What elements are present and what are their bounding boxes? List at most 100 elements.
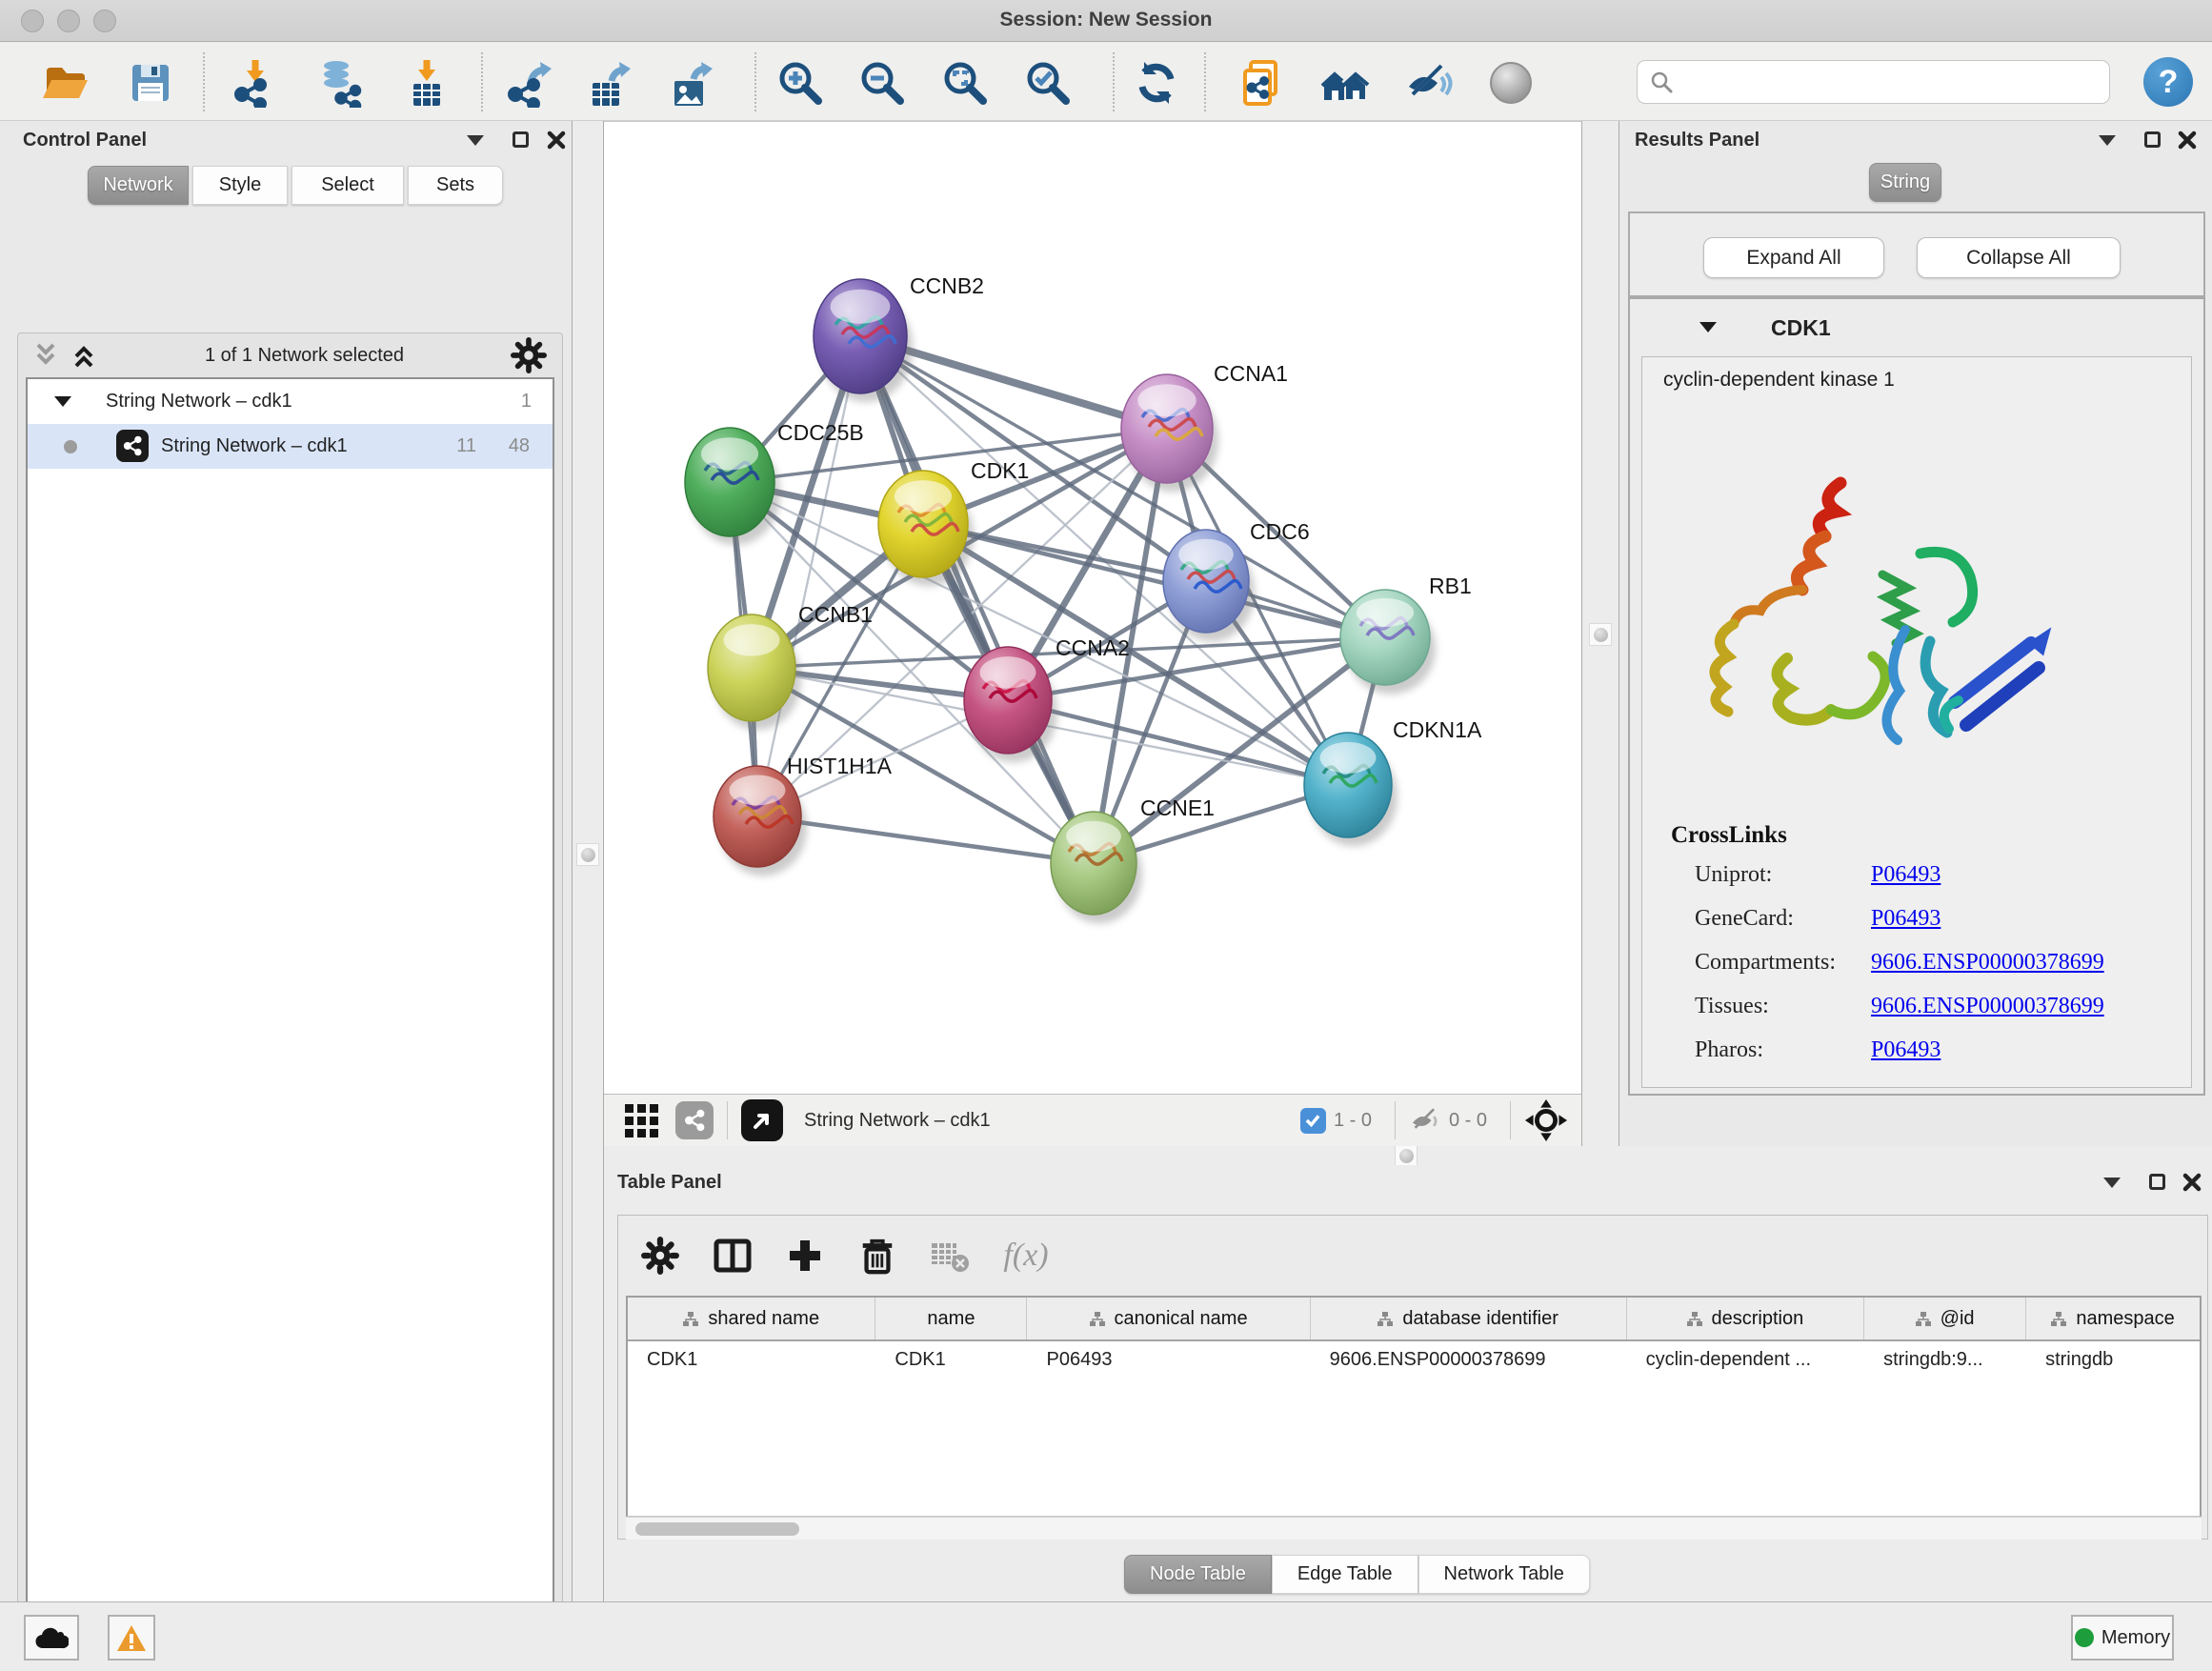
- tab-node-table[interactable]: Node Table: [1124, 1555, 1272, 1594]
- tab-style[interactable]: Style: [192, 166, 288, 205]
- compartments-link[interactable]: 9606.ENSP00000378699: [1871, 950, 2104, 976]
- panel-close-icon[interactable]: [2182, 1173, 2202, 1192]
- memory-button[interactable]: Memory: [2071, 1615, 2174, 1661]
- show-all-icon[interactable]: [1485, 57, 1537, 109]
- cell-id[interactable]: stringdb:9...: [1864, 1341, 2026, 1382]
- cell-name[interactable]: CDK1: [875, 1341, 1027, 1382]
- left-splitter[interactable]: [572, 121, 604, 1601]
- selected-nodes-checkbox[interactable]: [1300, 1108, 1326, 1134]
- table-row[interactable]: CDK1 CDK1 P06493 9606.ENSP00000378699 cy…: [628, 1341, 2200, 1382]
- uniprot-link[interactable]: P06493: [1871, 862, 1941, 888]
- table-horizontal-scrollbar[interactable]: [626, 1517, 2202, 1540]
- column-header-name[interactable]: name: [875, 1298, 1027, 1339]
- show-columns-icon[interactable]: [708, 1231, 757, 1280]
- column-header-canonical-name[interactable]: canonical name: [1027, 1298, 1310, 1339]
- import-network-from-database-icon[interactable]: [314, 57, 366, 109]
- zoom-selected-icon[interactable]: [1022, 57, 1074, 109]
- tab-edge-table[interactable]: Edge Table: [1272, 1555, 1418, 1594]
- panel-float-icon[interactable]: [2144, 131, 2161, 148]
- gene-section-header[interactable]: CDK1: [1630, 299, 2203, 356]
- scrollbar-thumb[interactable]: [635, 1522, 799, 1536]
- panel-menu-caret-icon[interactable]: [467, 135, 484, 146]
- options-gear-icon[interactable]: [511, 337, 547, 373]
- tab-select[interactable]: Select: [292, 166, 404, 205]
- delete-column-trash-icon[interactable]: [853, 1231, 902, 1280]
- column-header-database-identifier[interactable]: database identifier: [1311, 1298, 1627, 1339]
- fit-content-crosshair-icon[interactable]: [1524, 1098, 1568, 1142]
- tab-sets[interactable]: Sets: [408, 166, 503, 205]
- string-network-graph[interactable]: CCNB2CCNA1CDC25BCDK1CDC6RB1CCNB1CCNA2CDK…: [604, 122, 1581, 1095]
- warning-status-button[interactable]: [108, 1615, 155, 1661]
- zoom-out-icon[interactable]: [856, 57, 908, 109]
- grid-view-icon[interactable]: [625, 1104, 658, 1137]
- network-row[interactable]: String Network – cdk1 11 48: [28, 424, 553, 469]
- panel-float-icon[interactable]: [2149, 1174, 2165, 1190]
- network-collection-row[interactable]: String Network – cdk1 1: [28, 379, 553, 424]
- column-header-description[interactable]: description: [1627, 1298, 1864, 1339]
- hidden-eye-icon[interactable]: [1409, 1106, 1441, 1135]
- network-view-share-icon[interactable]: [675, 1101, 714, 1139]
- network-canvas[interactable]: CCNB2CCNA1CDC25BCDK1CDC6RB1CCNB1CCNA2CDK…: [604, 121, 1581, 1094]
- panel-close-icon[interactable]: [547, 131, 566, 150]
- section-expand-icon[interactable]: [1699, 322, 1717, 332]
- zoom-fit-icon[interactable]: [939, 57, 991, 109]
- expand-all-button[interactable]: Expand All: [1703, 237, 1884, 278]
- panel-menu-caret-icon[interactable]: [2103, 1178, 2121, 1188]
- zoom-in-icon[interactable]: [774, 57, 826, 109]
- cell-description[interactable]: cyclin-dependent ...: [1627, 1341, 1864, 1382]
- panel-float-icon[interactable]: [513, 131, 529, 148]
- tab-network-table[interactable]: Network Table: [1418, 1555, 1590, 1594]
- node-RB1[interactable]: RB1: [1340, 574, 1472, 695]
- birdseye-view-icon[interactable]: [741, 1099, 783, 1141]
- horizontal-splitter-handle[interactable]: [1395, 1144, 1418, 1167]
- node-CDC25B[interactable]: CDC25B: [685, 420, 864, 545]
- import-table-icon[interactable]: [401, 57, 452, 109]
- panel-close-icon[interactable]: [2178, 131, 2197, 150]
- node-CDKN1A[interactable]: CDKN1A: [1304, 717, 1482, 846]
- collection-expand-icon[interactable]: [54, 396, 71, 407]
- column-header-namespace[interactable]: namespace: [2026, 1298, 2200, 1339]
- cell-namespace[interactable]: stringdb: [2026, 1341, 2200, 1382]
- node-CCNE1[interactable]: CCNE1: [1051, 795, 1215, 923]
- home-houses-icon[interactable]: [1319, 57, 1371, 109]
- open-session-icon[interactable]: [39, 57, 90, 109]
- table-settings-gear-icon[interactable]: [635, 1231, 685, 1280]
- right-splitter-handle[interactable]: [1589, 623, 1612, 646]
- hide-selected-eye-icon[interactable]: [1402, 57, 1454, 109]
- export-image-icon[interactable]: [666, 57, 717, 109]
- collapse-all-chevron-icon[interactable]: [31, 341, 60, 370]
- cell-shared-name[interactable]: CDK1: [628, 1341, 875, 1382]
- export-network-icon[interactable]: [505, 57, 556, 109]
- cloud-status-button[interactable]: [24, 1615, 79, 1661]
- duplicate-network-icon[interactable]: [1237, 57, 1288, 109]
- left-splitter-handle[interactable]: [576, 843, 599, 866]
- search-input[interactable]: [1637, 60, 2110, 104]
- genecard-link[interactable]: P06493: [1871, 906, 1941, 932]
- column-header-id[interactable]: @id: [1864, 1298, 2026, 1339]
- export-table-icon[interactable]: [584, 57, 635, 109]
- expand-all-chevron-icon[interactable]: [70, 341, 98, 370]
- collapse-all-button[interactable]: Collapse All: [1917, 237, 2121, 278]
- node-CCNA1[interactable]: CCNA1: [1121, 361, 1288, 492]
- tab-network[interactable]: Network: [88, 166, 189, 205]
- panel-menu-caret-icon[interactable]: [2099, 135, 2116, 146]
- horizontal-splitter[interactable]: [604, 1146, 2212, 1165]
- add-column-icon[interactable]: [780, 1231, 830, 1280]
- save-session-icon[interactable]: [125, 57, 176, 109]
- node-CCNB2[interactable]: CCNB2: [814, 273, 984, 402]
- node-CCNB1[interactable]: CCNB1: [708, 602, 873, 730]
- tab-string[interactable]: String: [1869, 163, 1941, 202]
- help-button[interactable]: ?: [2143, 57, 2193, 107]
- delete-table-icon[interactable]: [925, 1231, 975, 1280]
- cell-canonical-name[interactable]: P06493: [1027, 1341, 1310, 1382]
- column-header-shared-name[interactable]: shared name: [628, 1298, 875, 1339]
- function-builder-icon[interactable]: f(x): [1001, 1231, 1051, 1280]
- node-HIST1H1A[interactable]: HIST1H1A: [714, 754, 893, 876]
- import-network-icon[interactable]: [230, 57, 281, 109]
- pharos-link[interactable]: P06493: [1871, 1037, 1941, 1063]
- cell-database-identifier[interactable]: 9606.ENSP00000378699: [1311, 1341, 1627, 1382]
- tissues-link[interactable]: 9606.ENSP00000378699: [1871, 994, 2104, 1019]
- refresh-network-icon[interactable]: [1131, 57, 1182, 109]
- right-splitter[interactable]: [1581, 121, 1619, 1146]
- toolbar-divider: [754, 52, 756, 111]
